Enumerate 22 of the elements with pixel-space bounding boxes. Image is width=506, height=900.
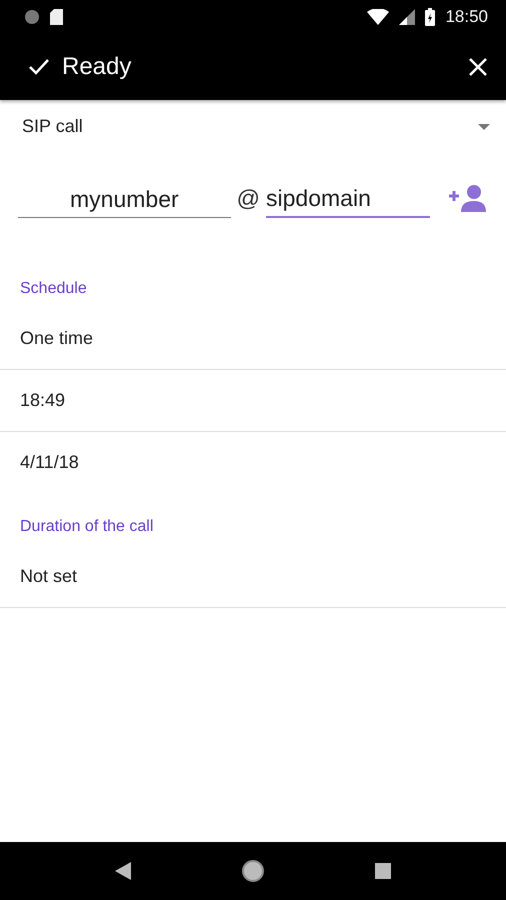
setting-item[interactable]: 18:49 — [0, 370, 506, 432]
input-field[interactable]: mynumber — [18, 182, 231, 218]
at-sign: @ — [236, 185, 260, 213]
input-field[interactable]: sipdomain — [266, 181, 430, 218]
section-header: Schedule — [19, 280, 88, 298]
signal-icon — [399, 8, 416, 24]
call-type-dropdown[interactable]: SIP call — [22, 112, 490, 141]
toolbar-title: Ready — [62, 52, 132, 80]
section-header: Duration of the call — [19, 518, 154, 536]
home-icon[interactable] — [241, 859, 265, 883]
check-icon[interactable] — [28, 58, 50, 76]
wifi-icon — [367, 8, 390, 24]
status-time: 18:50 — [445, 6, 488, 26]
caret-icon — [478, 124, 490, 130]
setting-item[interactable]: 4/11/18 — [0, 432, 506, 494]
sd-card-icon — [50, 8, 63, 24]
back-icon[interactable] — [115, 862, 131, 880]
notification-dot-icon — [24, 8, 40, 24]
battery-icon — [425, 8, 436, 26]
setting-item[interactable]: Not set — [0, 546, 506, 608]
close-icon[interactable] — [468, 56, 488, 76]
setting-item[interactable]: One time — [0, 308, 506, 370]
